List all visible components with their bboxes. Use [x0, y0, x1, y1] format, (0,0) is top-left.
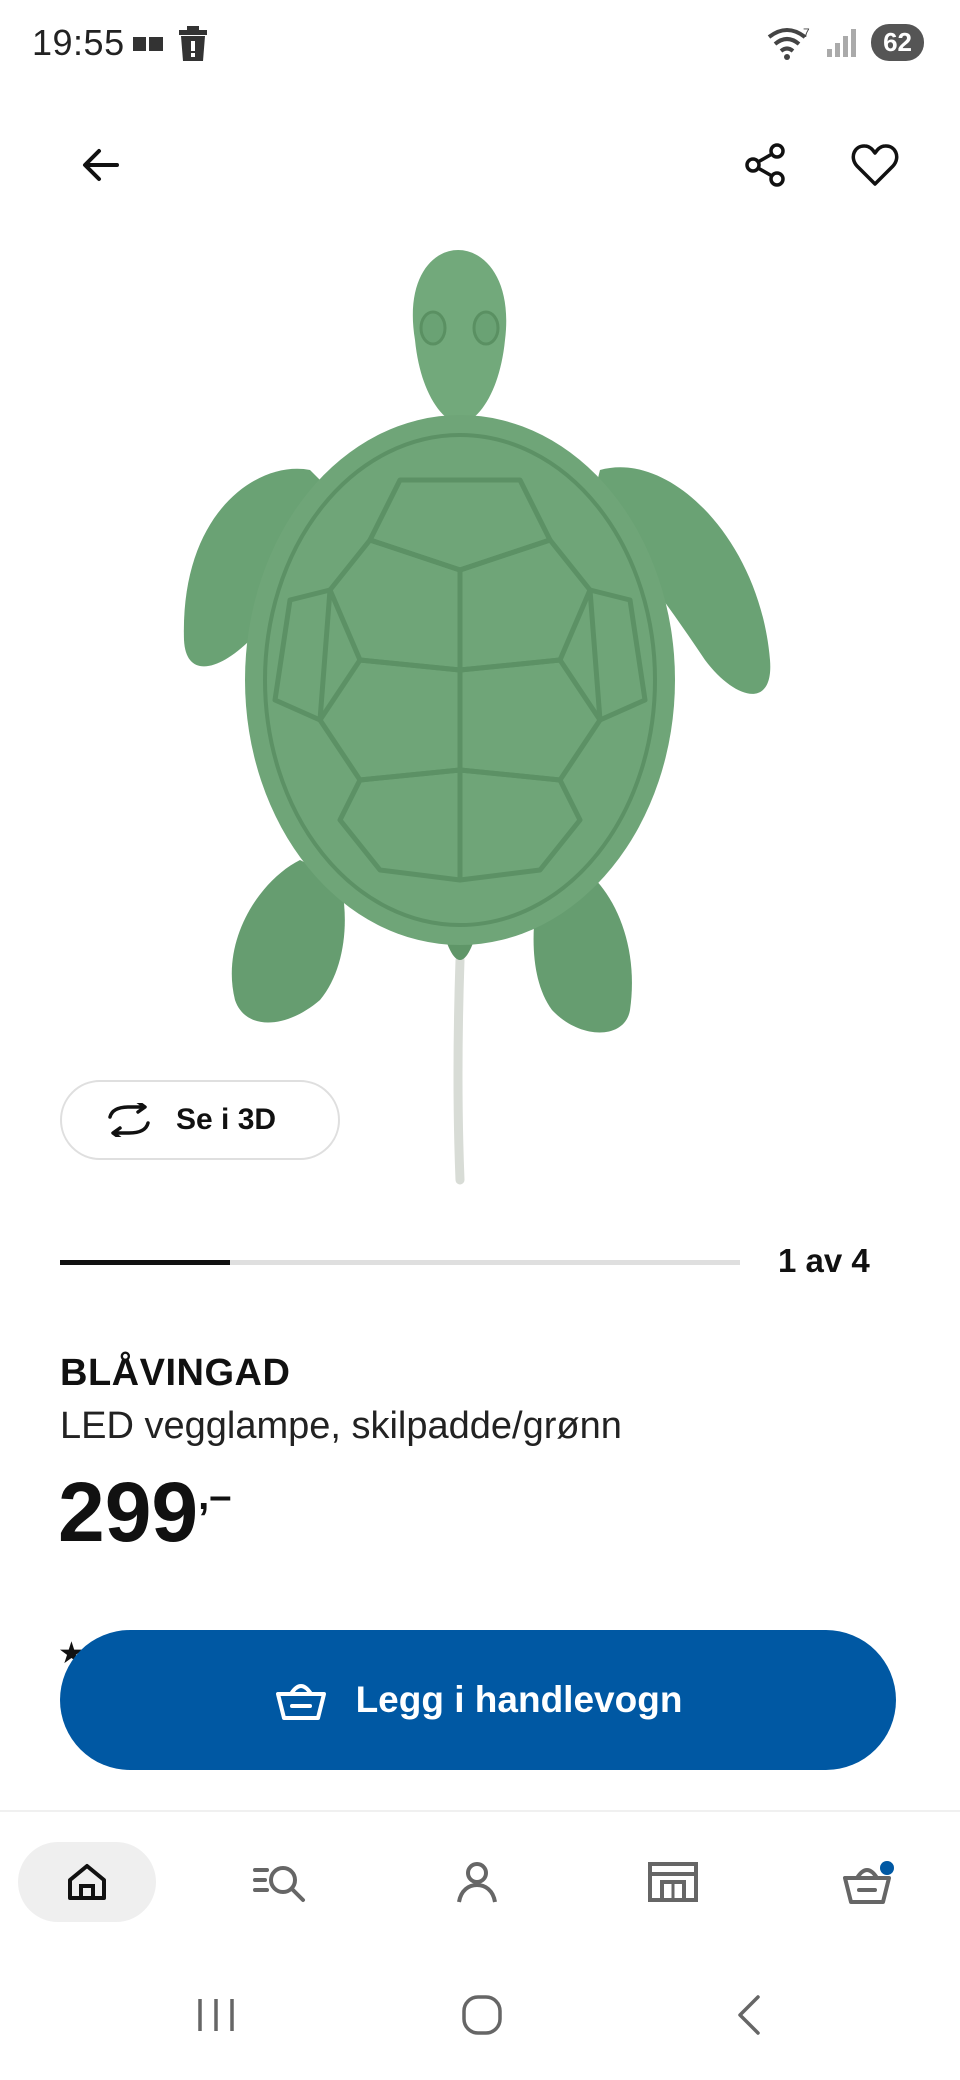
bottom-navigation: [0, 1810, 960, 1950]
status-time: 19:55: [32, 22, 125, 63]
heart-icon: [851, 144, 899, 186]
wifi-icon: 7: [767, 26, 810, 60]
back-button[interactable]: [66, 130, 136, 200]
product-description: LED vegglampe, skilpadde/grønn: [60, 1405, 622, 1447]
status-right: 7 62: [765, 24, 924, 61]
signal-icon: [827, 28, 857, 57]
price-suffix: ,–: [198, 1474, 232, 1518]
home-icon: [68, 1864, 106, 1900]
battery-indicator: 62: [871, 24, 924, 61]
sim-card-icon: [133, 37, 163, 51]
add-to-cart-button[interactable]: Legg i handlevogn: [60, 1630, 896, 1770]
carousel-progress-fill: [60, 1260, 230, 1265]
product-image[interactable]: [160, 240, 800, 1200]
recent-apps-button[interactable]: [176, 1980, 256, 2050]
nav-search[interactable]: [236, 1842, 326, 1922]
home-system-button[interactable]: [442, 1980, 522, 2050]
back-system-button[interactable]: [710, 1980, 790, 2050]
chevron-left-icon: [738, 1995, 760, 2035]
store-icon: [648, 1862, 698, 1902]
status-bar: 19:55 7 62: [0, 0, 960, 92]
favorite-button[interactable]: [840, 130, 910, 200]
price-value: 299: [58, 1465, 199, 1559]
view-3d-label: Se i 3D: [176, 1103, 277, 1136]
share-button[interactable]: [730, 130, 800, 200]
carousel-progress-track: [60, 1260, 740, 1265]
home-circle-icon: [462, 1995, 502, 2035]
cart-badge: [880, 1861, 894, 1875]
trash-icon: [179, 26, 207, 61]
basket-icon: [275, 1684, 326, 1720]
arrow-left-icon: [83, 149, 119, 181]
view-3d-button[interactable]: Se i 3D: [60, 1080, 340, 1160]
nav-store[interactable]: [628, 1842, 718, 1922]
cart-icon: [843, 1861, 894, 1904]
share-icon: [745, 143, 785, 187]
product-name: BLÅVINGAD: [60, 1352, 291, 1394]
wifi-label: 7: [803, 26, 810, 40]
rotate-icon: [108, 1103, 150, 1137]
recent-apps-icon: [198, 1999, 234, 2031]
system-navigation: [0, 1960, 960, 2080]
nav-cart[interactable]: [824, 1842, 914, 1922]
nav-profile[interactable]: [432, 1842, 522, 1922]
carousel-counter: 1 av 4: [778, 1242, 870, 1279]
search-icon: [253, 1866, 305, 1902]
add-to-cart-label: Legg i handlevogn: [355, 1679, 683, 1720]
user-icon: [457, 1862, 497, 1903]
nav-home[interactable]: [18, 1842, 156, 1922]
price: 299 ,–: [58, 1470, 232, 1554]
status-notification-icons: [132, 26, 210, 62]
